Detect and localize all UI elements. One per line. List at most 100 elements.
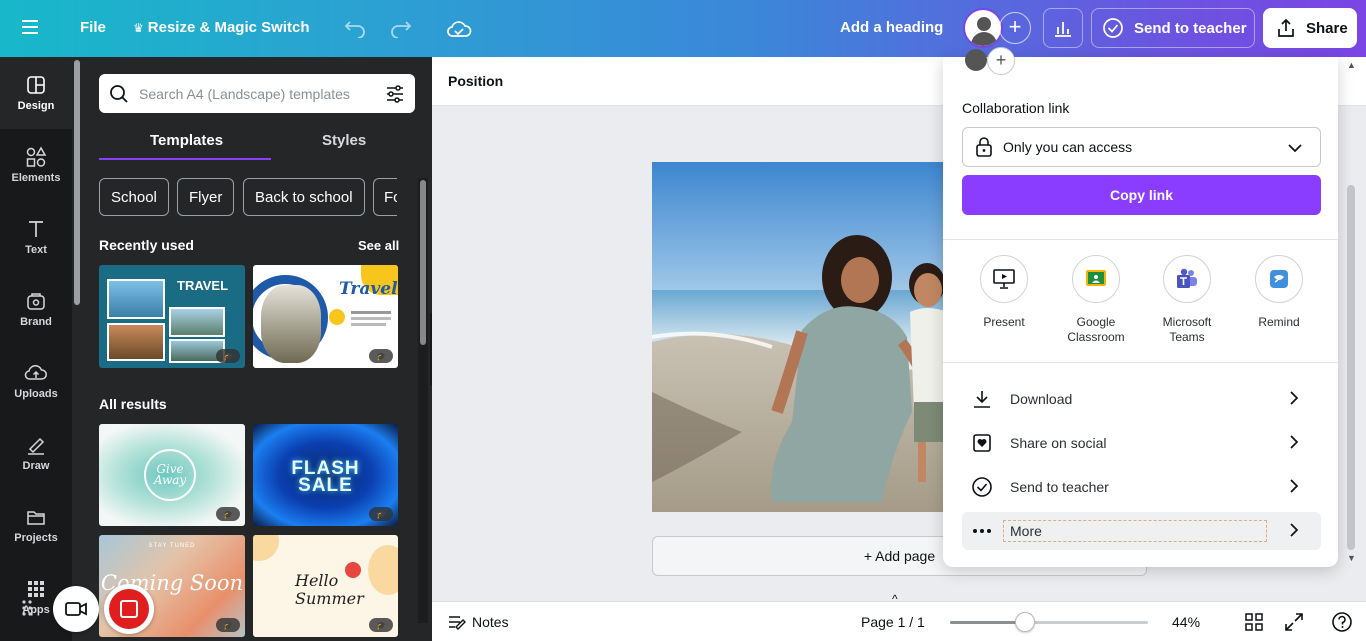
rail-item-draw[interactable]: Draw [0,417,72,489]
elements-icon [26,146,47,167]
more-dots-icon [973,529,991,533]
access-level-select[interactable]: Only you can access [962,127,1321,167]
tab-styles[interactable]: Styles [322,132,366,149]
rail-item-text[interactable]: Text [0,201,72,273]
grid-view-icon[interactable] [1244,612,1264,632]
chevron-right-icon [1290,391,1299,405]
text-icon [29,221,43,237]
education-badge-icon: 🎓 [369,507,393,521]
zoom-slider[interactable] [950,612,1148,632]
stop-recording-button[interactable] [104,584,154,634]
bar-chart-icon [1055,22,1071,37]
share-option-present[interactable]: Present [964,255,1044,329]
template-thumb-flash-sale[interactable]: FLASH SALE 🎓 [253,424,398,526]
help-icon[interactable] [1331,611,1353,633]
tab-templates[interactable]: Templates [150,132,223,149]
crown-icon: ♛ [133,21,144,35]
education-badge-icon: 🎓 [216,618,240,632]
zoom-percent[interactable]: 44% [1172,614,1200,630]
share-option-google-classroom[interactable]: Google Classroom [1056,255,1136,344]
bottom-bar: Notes ^ Page 1 / 1 44% [432,592,1366,641]
notes-button[interactable]: Notes [472,614,509,630]
draw-icon [28,437,45,455]
search-icon [110,85,128,103]
chevron-down-icon [1288,144,1302,153]
template-thumb-give-away[interactable]: Give Away 🎓 [99,424,245,526]
chip-flyer[interactable]: Flyer [177,178,235,216]
search-input[interactable] [139,85,369,102]
chip-back-to-school[interactable]: Back to school [243,178,365,216]
brand-icon [27,293,45,310]
send-to-teacher-button[interactable]: Send to teacher [1091,8,1255,48]
education-badge-icon: 🎓 [369,618,393,632]
top-bar: File ♛ Resize & Magic Switch Add a headin… [0,0,1366,57]
menu-item-share-on-social[interactable]: Share on social [962,424,1321,462]
avatar[interactable] [963,8,1003,48]
design-icon [27,76,45,94]
rail-item-projects[interactable]: Projects [0,489,72,561]
template-thumb-hello-summer[interactable]: Hello Summer 🎓 [253,535,398,637]
share-button[interactable]: Share [1263,8,1357,48]
download-icon [974,391,990,408]
scroll-down-arrow-icon[interactable]: ▼ [1347,553,1356,563]
template-thumb-travel-2[interactable]: Travel 🎓 [253,265,398,368]
remind-icon [1270,270,1288,288]
see-all-link[interactable]: See all [358,238,399,253]
microsoft-teams-icon [1177,268,1197,288]
education-badge-icon: 🎓 [216,507,240,521]
education-badge-icon: 🎓 [369,349,393,363]
rail-item-uploads[interactable]: Uploads [0,345,72,417]
heart-icon [973,434,991,452]
undo-icon[interactable] [340,14,370,44]
camera-toggle-button[interactable] [53,586,99,632]
stop-icon [120,600,138,618]
chip-more[interactable]: Fo [373,178,397,216]
add-collaborator-small-icon[interactable]: + [987,47,1015,75]
template-search [99,74,415,113]
hamburger-menu-icon[interactable] [22,16,50,40]
page-indicator[interactable]: Page 1 / 1 [861,614,925,630]
share-option-remind[interactable]: Remind [1239,255,1319,329]
design-page-photo[interactable] [652,162,947,512]
rail-scrollbar[interactable] [74,60,80,305]
position-button[interactable]: Position [448,73,503,89]
drag-handle-icon[interactable] [20,598,34,618]
filter-sliders-icon[interactable] [385,84,405,104]
chip-school[interactable]: School [99,178,169,216]
cloud-saved-icon[interactable] [444,14,474,44]
chevron-right-icon [1290,479,1299,493]
divider [943,362,1338,363]
resize-magic-switch-button[interactable]: ♛ Resize & Magic Switch [133,19,309,36]
share-option-microsoft-teams[interactable]: Microsoft Teams [1147,255,1227,344]
panel-scrollbar[interactable] [418,178,428,623]
rail-item-brand[interactable]: Brand [0,273,72,345]
file-menu[interactable]: File [80,19,106,36]
panel-tabs: Templates Styles [99,128,415,162]
active-tab-indicator [99,158,271,160]
rail-item-design[interactable]: Design [0,57,72,129]
check-circle-icon [972,477,992,497]
lock-icon [976,137,992,157]
chevron-right-icon [1290,435,1299,449]
share-popup-scrollbar[interactable] [1344,57,1358,567]
copy-link-button[interactable]: Copy link [962,175,1321,215]
rail-item-elements[interactable]: Elements [0,129,72,201]
menu-item-download[interactable]: Download [962,380,1321,418]
scroll-up-arrow-icon[interactable]: ▲ [1347,60,1356,70]
template-thumb-travel[interactable]: TRAVEL 🎓 [99,265,245,368]
add-collaborator-icon[interactable]: + [999,12,1031,44]
redo-icon[interactable] [386,14,416,44]
hello-text: Hello [295,571,339,590]
pages-chevron-up-icon[interactable]: ^ [892,592,898,606]
fullscreen-icon[interactable] [1284,612,1304,632]
insights-button[interactable] [1043,8,1083,48]
zoom-slider-handle[interactable] [1015,612,1036,632]
collaboration-link-label: Collaboration link [962,100,1070,116]
apps-icon [28,581,44,597]
menu-item-more[interactable]: More [962,512,1321,550]
design-title[interactable]: Add a heading [840,19,943,36]
divider [943,239,1338,240]
stay-tuned-text: STAY TUNED [148,543,196,549]
menu-item-send-to-teacher[interactable]: Send to teacher [962,468,1321,506]
zoom-slider-fill [950,621,1026,624]
